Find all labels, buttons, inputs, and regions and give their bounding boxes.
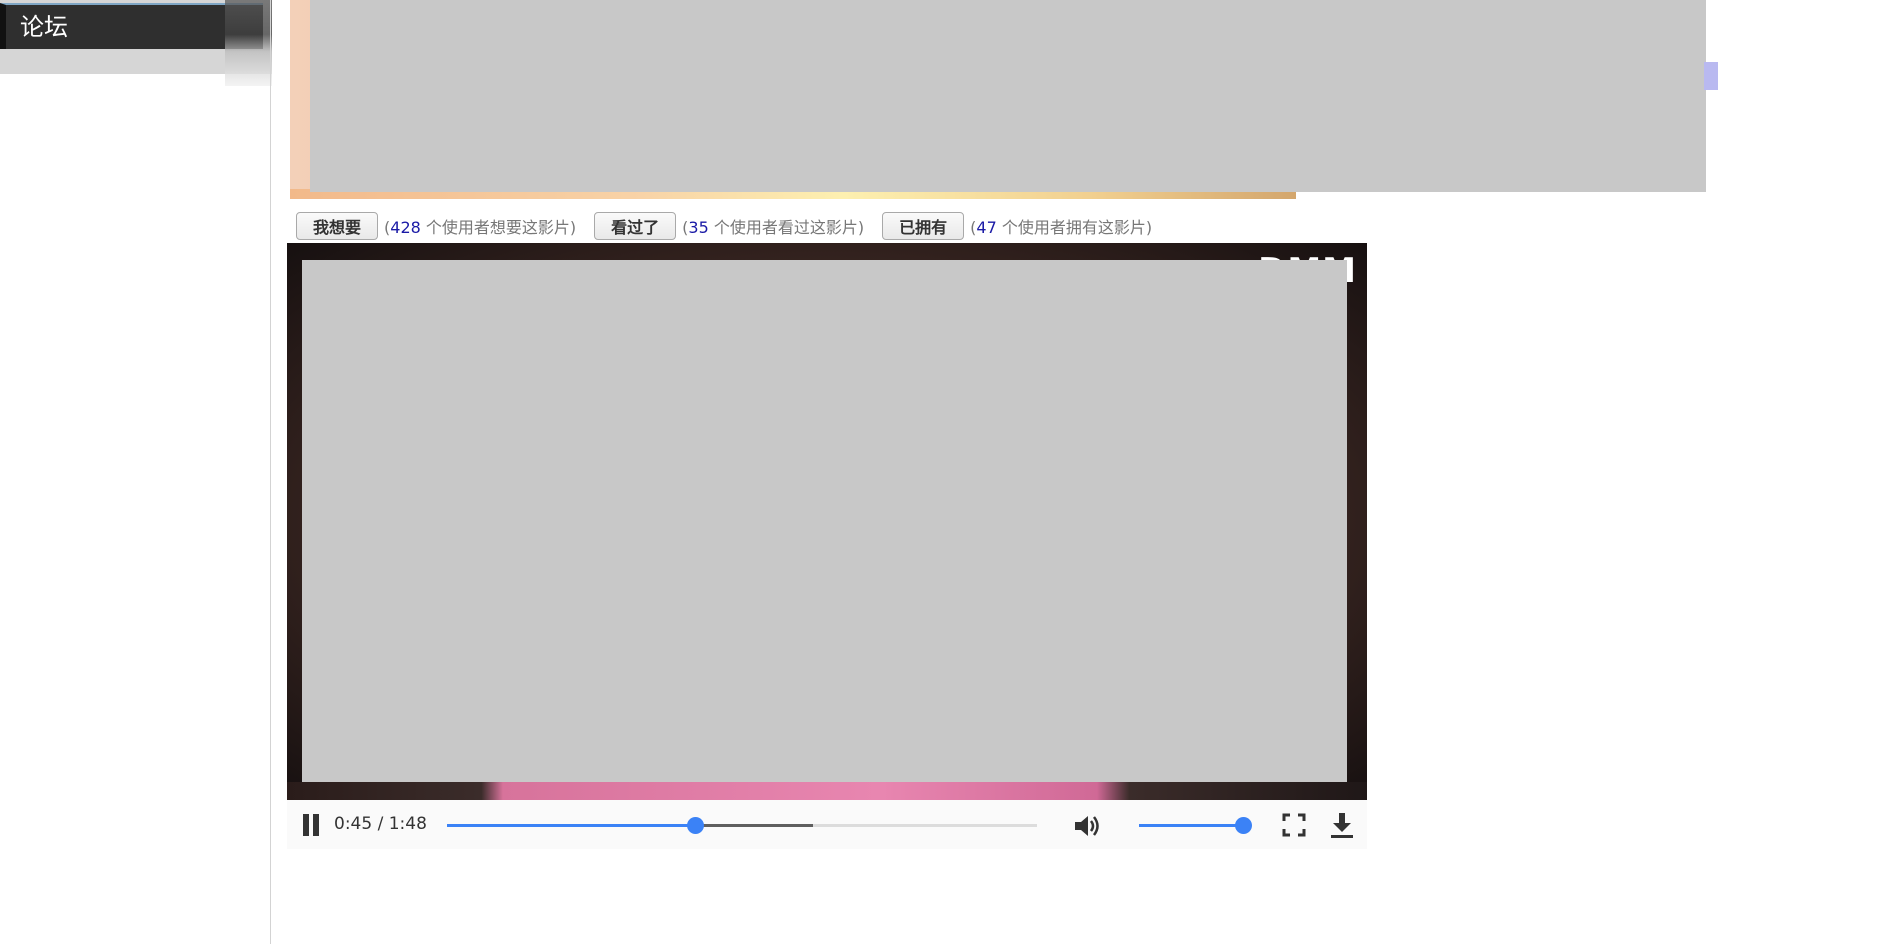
nav-item-forum[interactable]: 论坛: [0, 3, 263, 49]
nav-item-label: 论坛: [20, 13, 68, 41]
want-count-number: 428: [390, 218, 421, 237]
want-count: (428 个使用者想要这影片): [384, 218, 577, 237]
owned-count: (47 个使用者拥有这影片): [970, 218, 1153, 237]
video-frame[interactable]: DMM: [287, 243, 1367, 800]
watched-count: (35 个使用者看过这影片): [682, 218, 865, 237]
highlight-chip: [1704, 62, 1718, 90]
playback-time: 0:45 / 1:48: [334, 814, 427, 834]
volume-icon[interactable]: [1073, 813, 1103, 839]
want-count-text: 个使用者想要这影片): [420, 218, 577, 237]
video-player: DMM 0:45 / 1:48: [287, 243, 1367, 849]
seek-played: [447, 824, 695, 827]
watched-count-text: 个使用者看过这影片): [708, 218, 865, 237]
player-controls: 0:45 / 1:48: [287, 800, 1367, 849]
fullscreen-icon[interactable]: [1282, 813, 1306, 837]
video-redaction: [302, 260, 1347, 782]
want-button[interactable]: 我想要: [296, 212, 379, 240]
volume-slider[interactable]: [1139, 817, 1252, 834]
sidebar-divider: [270, 0, 271, 944]
nav-shade: [225, 0, 272, 86]
watched-button[interactable]: 看过了: [594, 212, 677, 240]
collection-actions: 我想要 (428 个使用者想要这影片) 看过了 (35 个使用者看过这影片) 已…: [296, 212, 1170, 240]
owned-count-number: 47: [976, 218, 997, 237]
pause-icon[interactable]: [301, 814, 321, 836]
owned-count-text: 个使用者拥有这影片): [996, 218, 1153, 237]
volume-fill: [1139, 824, 1243, 827]
download-icon[interactable]: [1329, 811, 1355, 839]
owned-button[interactable]: 已拥有: [882, 212, 965, 240]
watched-count-number: 35: [688, 218, 709, 237]
video-frame-bottom: [287, 782, 1367, 800]
volume-thumb[interactable]: [1235, 817, 1252, 834]
seek-bar[interactable]: [447, 817, 1037, 834]
cover-redaction: [310, 0, 1706, 192]
page: 论坛 我想要 (428 个使用者想要这影片) 看过了 (35 个使用者看过这影片…: [0, 0, 1891, 944]
seek-thumb[interactable]: [686, 817, 704, 834]
sidebar: 论坛: [0, 0, 272, 944]
